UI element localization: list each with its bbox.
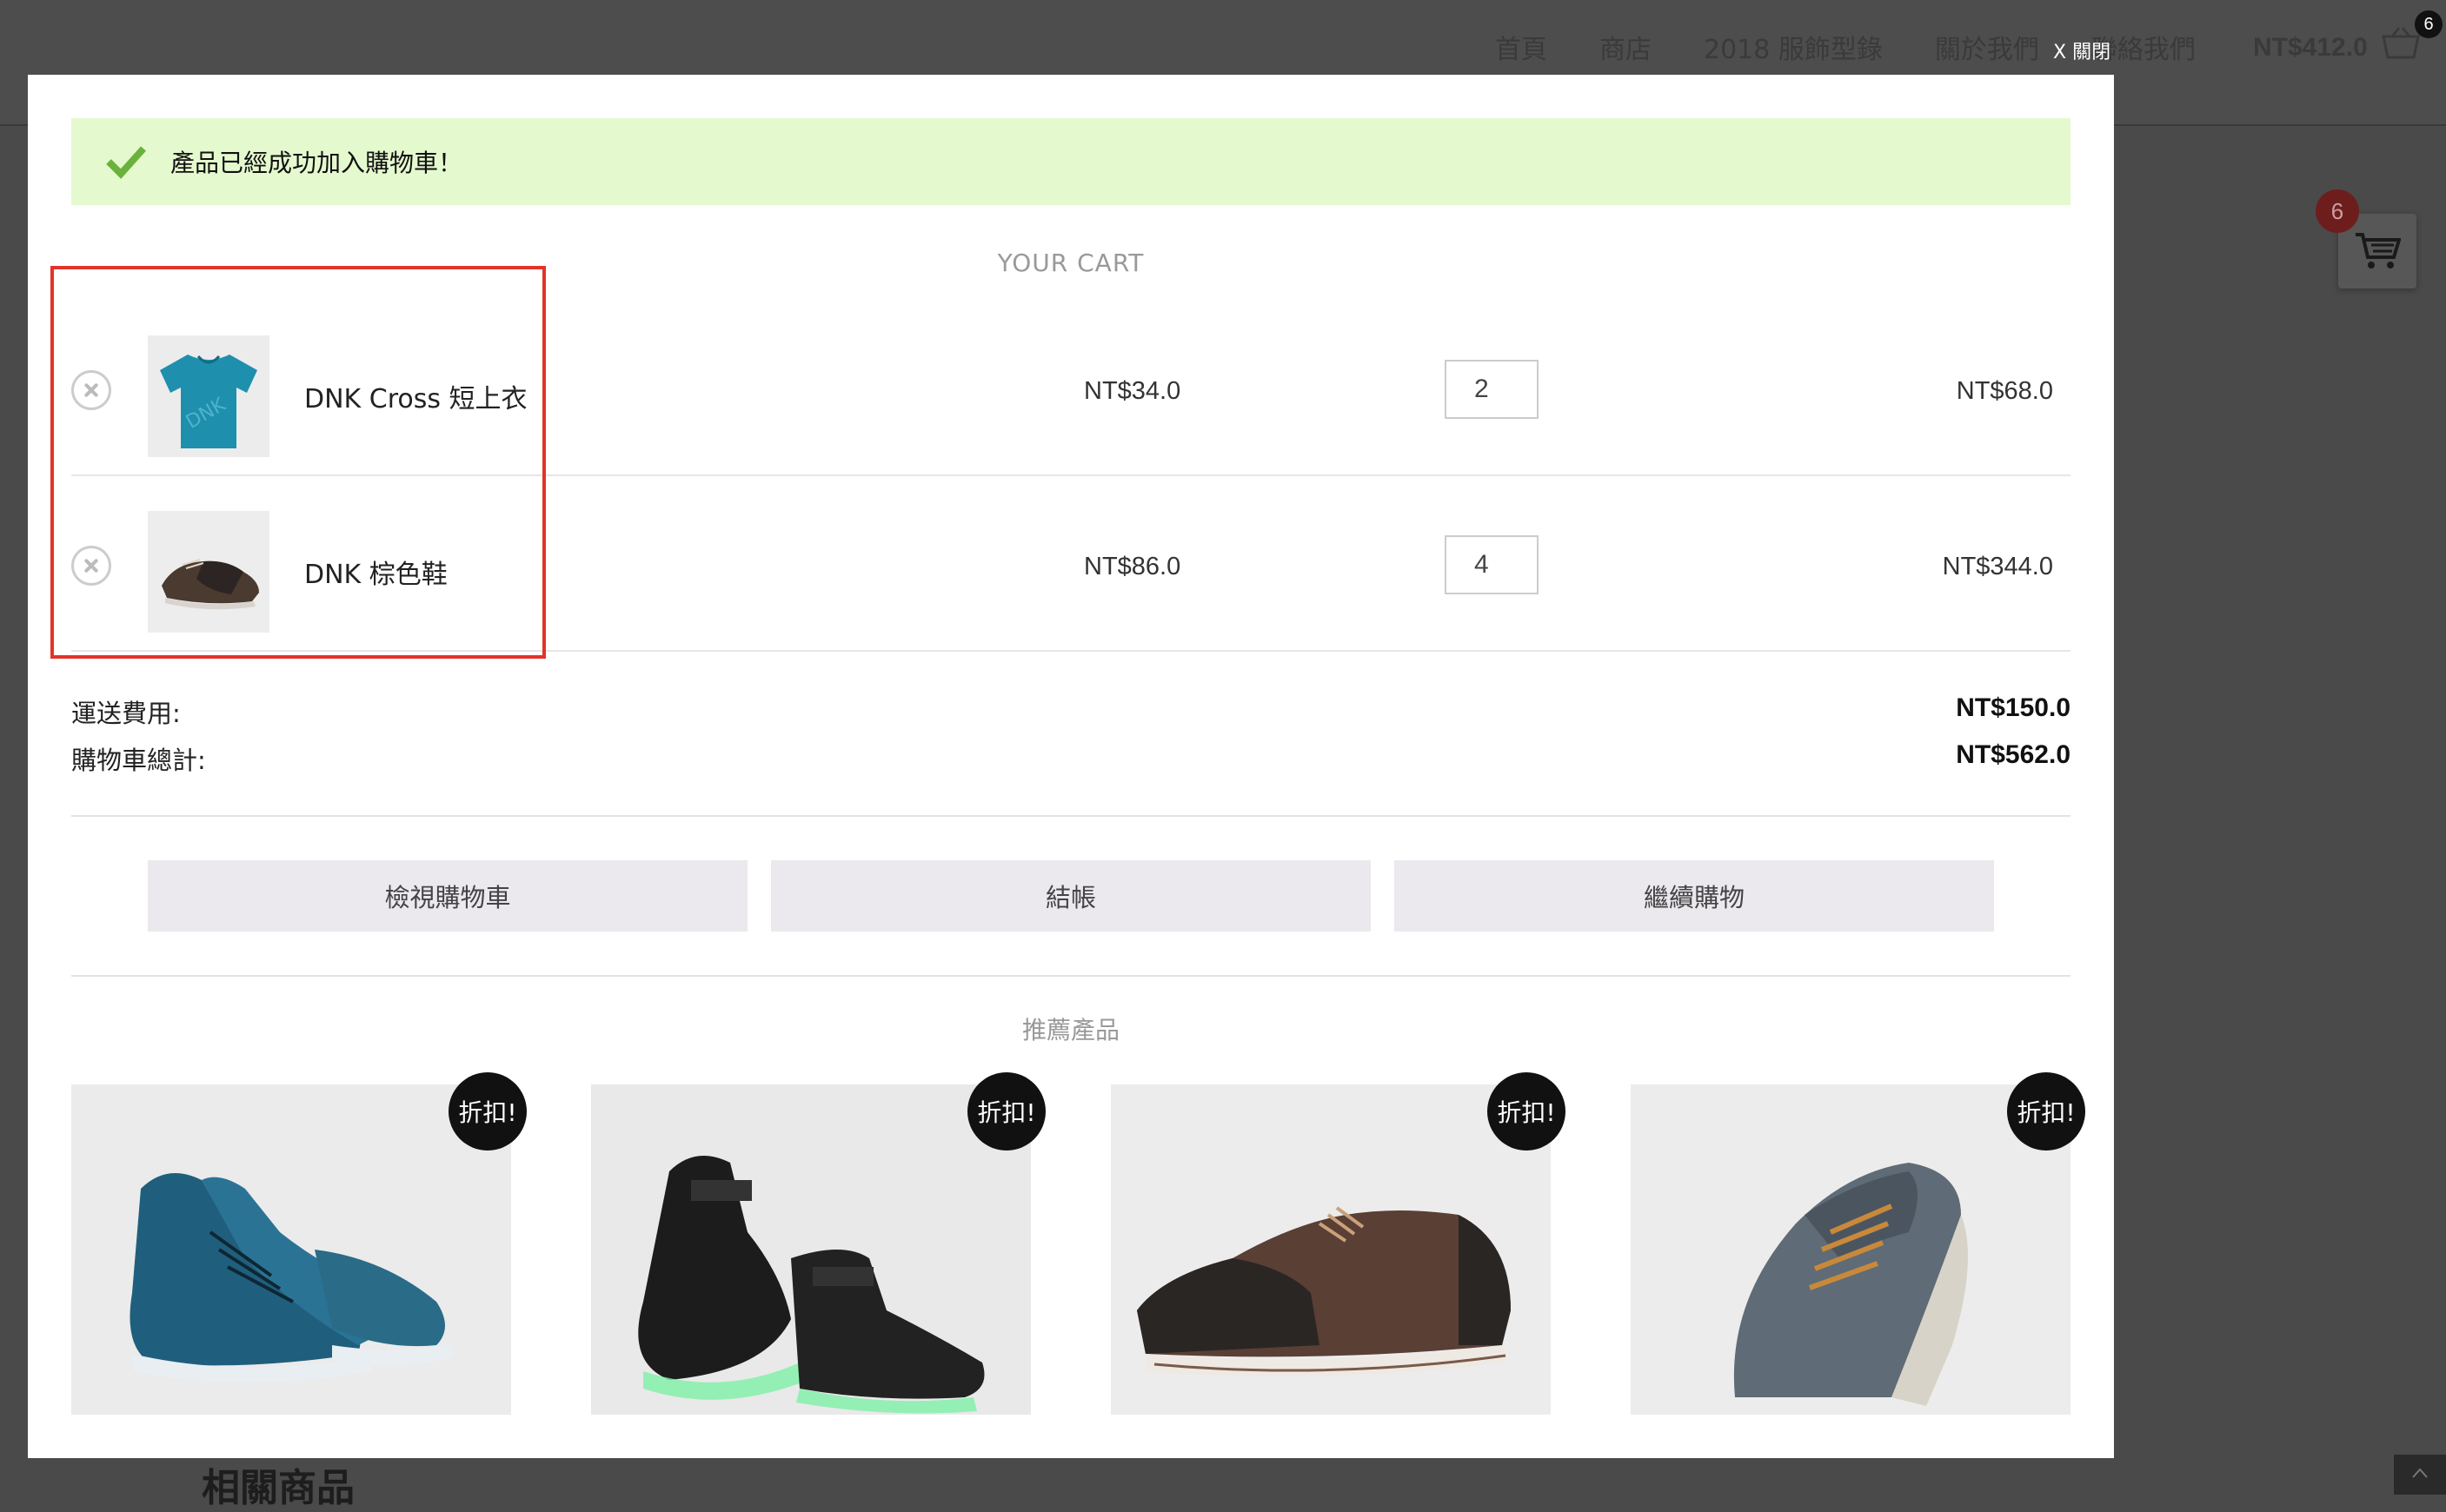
cart-total-value: NT$562.0	[1956, 740, 2070, 769]
black-led-sneaker-image	[591, 1084, 1031, 1415]
highlight-annotation-box	[50, 266, 546, 659]
blue-high-top-sneaker-image	[71, 1084, 511, 1415]
nav-home[interactable]: 首頁	[1495, 28, 1547, 66]
checkmark-icon	[106, 146, 146, 179]
divider	[71, 815, 2070, 817]
quantity-input[interactable]	[1445, 360, 1539, 419]
grey-felt-shoe-image	[1631, 1084, 2070, 1415]
floating-cart-count-badge: 6	[2316, 189, 2359, 233]
chevron-up-icon	[2412, 1468, 2428, 1478]
basket-icon[interactable]	[2382, 26, 2420, 59]
cart-item-line-total: NT$68.0	[1956, 377, 2053, 405]
recommended-heading: 推薦產品	[1021, 1016, 1120, 1044]
brown-leather-shoe-image	[1111, 1084, 1551, 1415]
sale-badge: 折扣!	[1487, 1072, 1565, 1151]
close-modal-link[interactable]: X 關閉	[2053, 36, 2110, 64]
success-notice: 產品已經成功加入購物車！	[71, 118, 2070, 205]
nav-about[interactable]: 關於我們	[1935, 28, 2039, 66]
continue-shopping-button[interactable]: 繼續購物	[1394, 860, 1994, 932]
quantity-input[interactable]	[1445, 535, 1539, 594]
cart-total-label: 購物車總計:	[71, 746, 206, 775]
cart-item-unit-price: NT$34.0	[1084, 377, 1181, 405]
divider	[71, 975, 2070, 977]
shipping-label: 運送費用:	[71, 699, 181, 728]
related-products-heading: 相關商品	[202, 1466, 355, 1510]
checkout-button[interactable]: 結帳	[771, 860, 1371, 932]
nav-catalog[interactable]: 2018 服飾型錄	[1704, 28, 1883, 66]
cart-total-row: 購物車總計: NT$562.0	[71, 740, 2070, 775]
cart-popup-modal: 產品已經成功加入購物車！ YOUR CART DNK DNK Cross 短上衣…	[28, 75, 2114, 1458]
sale-badge: 折扣!	[2007, 1072, 2085, 1151]
shopping-cart-icon	[2356, 233, 2401, 269]
view-cart-button[interactable]: 檢視購物車	[148, 860, 748, 932]
header-cart-count-badge: 6	[2415, 10, 2443, 38]
shipping-row: 運送費用: NT$150.0	[71, 693, 2070, 728]
recommended-product-card[interactable]	[1111, 1084, 1551, 1415]
recommended-product-card[interactable]	[1631, 1084, 2070, 1415]
cart-item-unit-price: NT$86.0	[1084, 553, 1181, 580]
success-message: 產品已經成功加入購物車！	[170, 149, 463, 177]
recommended-product-card[interactable]	[71, 1084, 511, 1415]
shipping-value: NT$150.0	[1956, 693, 2070, 722]
nav-shop[interactable]: 商店	[1599, 28, 1652, 66]
header-cart-total[interactable]: NT$412.0	[2253, 33, 2368, 63]
scroll-to-top-button[interactable]	[2394, 1455, 2446, 1495]
cart-item-line-total: NT$344.0	[1942, 553, 2053, 580]
sale-badge: 折扣!	[967, 1072, 1046, 1151]
recommended-product-card[interactable]	[591, 1084, 1031, 1415]
sale-badge: 折扣!	[449, 1072, 527, 1151]
